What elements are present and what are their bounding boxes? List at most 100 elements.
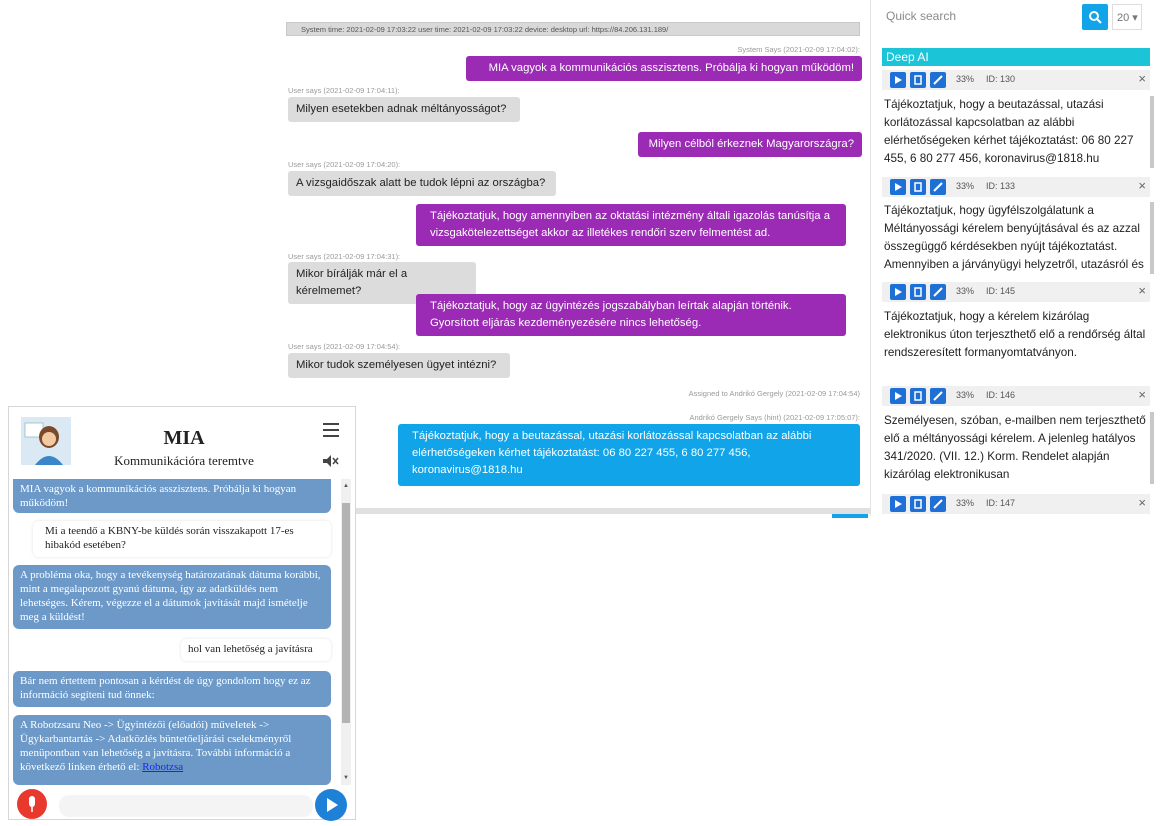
edit-suggestion-button[interactable] — [930, 284, 946, 300]
microphone-icon — [29, 796, 35, 812]
copy-icon — [914, 499, 922, 509]
confidence-score: 33% — [956, 498, 975, 508]
assignment-note: Assigned to Andrikó Gergely (2021-02-09 … — [688, 389, 860, 398]
copy-suggestion-button[interactable] — [910, 388, 926, 404]
send-arrow-icon — [327, 798, 338, 812]
play-icon — [895, 183, 902, 191]
suggestion-text: Személyesen, szóban, e-mailben nem terje… — [884, 414, 1146, 481]
copy-icon — [914, 287, 922, 297]
send-suggestion-button[interactable] — [890, 179, 906, 195]
bot-message: Bár nem értettem pontosan a kérdést de ú… — [13, 671, 331, 707]
widget-title: MIA — [163, 427, 205, 449]
widget-message-list: MIA vagyok a kommunikációs asszisztens. … — [13, 479, 337, 785]
agent-hint-message: Tájékoztatjuk, hogy a beutazással, utazá… — [398, 424, 860, 486]
suggestion-id: ID: 145 — [986, 286, 1016, 296]
user-message: hol van lehetőség a javításra — [181, 639, 331, 661]
play-icon — [895, 392, 902, 400]
system-message: MIA vagyok a kommunikációs asszisztens. … — [466, 56, 862, 81]
copy-icon — [914, 75, 922, 85]
send-suggestion-button[interactable] — [890, 72, 906, 88]
edit-suggestion-button[interactable] — [930, 496, 946, 512]
console-bottom-bar — [280, 508, 870, 514]
info-link[interactable]: Robotzsa — [142, 761, 183, 773]
bot-message: Tájékoztatjuk, hogy amennyiben az oktatá… — [416, 204, 846, 246]
play-icon — [895, 288, 902, 296]
bot-message: A probléma oka, hogy a tevékenység határ… — [13, 565, 331, 629]
search-button[interactable] — [1082, 4, 1108, 30]
edit-suggestion-button[interactable] — [930, 179, 946, 195]
card-scrollbar[interactable] — [1150, 202, 1154, 274]
suggestion-id: ID: 130 — [986, 74, 1016, 84]
send-button[interactable] — [315, 789, 347, 821]
pencil-icon — [933, 287, 943, 297]
bot-message: A Robotzsaru Neo -> Ügyintézői (előadói)… — [13, 715, 331, 785]
confidence-score: 33% — [956, 390, 975, 400]
message-input[interactable] — [59, 795, 313, 817]
bot-message: MIA vagyok a kommunikációs asszisztens. … — [13, 479, 331, 513]
send-suggestion-button[interactable] — [890, 284, 906, 300]
suggestion-text: Tájékoztatjuk, hogy a kérelem kizárólag … — [884, 310, 1146, 359]
speaker-muted-icon[interactable] — [323, 455, 339, 467]
pencil-icon — [933, 75, 943, 85]
confidence-score: 33% — [956, 181, 975, 191]
close-icon[interactable]: × — [1138, 72, 1146, 86]
section-title: Deep AI — [882, 48, 1150, 66]
bot-message: Tájékoztatjuk, hogy az ügyintézés jogsza… — [416, 294, 846, 336]
bot-message: Milyen célból érkeznek Magyarországra? — [638, 132, 862, 157]
suggestion-text: Tájékoztatjuk, hogy ügyfélszolgálatunk a… — [884, 204, 1144, 271]
suggestion-panel: Quick search 20 ▾ Deep AI 33% ID: 130 × … — [876, 0, 1156, 516]
suggestion-id: ID: 147 — [986, 498, 1016, 508]
copy-icon — [914, 391, 922, 401]
user-message: Milyen esetekben adnak méltányosságot? — [288, 97, 520, 122]
copy-suggestion-button[interactable] — [910, 72, 926, 88]
user-message: A vizsgaidőszak alatt be tudok lépni az … — [288, 171, 556, 196]
microphone-button[interactable] — [17, 789, 47, 819]
hamburger-menu-icon[interactable] — [323, 423, 339, 437]
send-suggestion-button[interactable] — [890, 388, 906, 404]
widget-subtitle: Kommunikációra teremtve — [114, 453, 254, 468]
message-meta: User says (2021-02-09 17:04:31): — [288, 252, 401, 261]
widget-scrollbar[interactable]: ▲ ▼ — [341, 479, 351, 785]
user-message: Mikor tudok személyesen ügyet intézni? — [288, 353, 510, 378]
mia-chat-widget: MIA Kommunikációra teremtve MIA vagyok a… — [8, 406, 356, 821]
quick-search-input[interactable]: Quick search — [882, 2, 1082, 30]
play-icon — [895, 76, 902, 84]
scrollbar-thumb[interactable] — [342, 503, 350, 723]
copy-suggestion-button[interactable] — [910, 496, 926, 512]
system-info-bar: System time: 2021-02-09 17:03:22 user ti… — [286, 22, 860, 36]
agent-chat-console: System time: 2021-02-09 17:03:22 user ti… — [280, 0, 871, 518]
console-send-button[interactable] — [832, 514, 868, 518]
edit-suggestion-button[interactable] — [930, 72, 946, 88]
suggestion-text: Tájékoztatjuk, hogy a beutazással, utazá… — [884, 98, 1134, 165]
edit-suggestion-button[interactable] — [930, 388, 946, 404]
suggestion-card-header: 33% ID: 146 × — [882, 386, 1150, 406]
scroll-up-arrow-icon[interactable]: ▲ — [343, 483, 349, 489]
scroll-down-arrow-icon[interactable]: ▼ — [343, 775, 349, 781]
message-meta: System Says (2021-02-09 17:04:02): — [737, 45, 860, 54]
suggestion-card-header: 33% ID: 130 × — [882, 70, 1150, 90]
confidence-score: 33% — [956, 74, 975, 84]
copy-suggestion-button[interactable] — [910, 179, 926, 195]
suggestion-id: ID: 146 — [986, 390, 1016, 400]
close-icon[interactable]: × — [1138, 496, 1146, 510]
close-icon[interactable]: × — [1138, 388, 1146, 402]
pencil-icon — [933, 182, 943, 192]
play-icon — [895, 500, 902, 508]
suggestion-card-header: 33% ID: 147 × — [882, 494, 1150, 514]
result-count-select[interactable]: 20 ▾ — [1112, 4, 1142, 30]
suggestion-id: ID: 133 — [986, 181, 1016, 191]
suggestion-card-header: 33% ID: 145 × — [882, 282, 1150, 302]
close-icon[interactable]: × — [1138, 284, 1146, 298]
confidence-score: 33% — [956, 286, 975, 296]
copy-icon — [914, 182, 922, 192]
pencil-icon — [933, 391, 943, 401]
close-icon[interactable]: × — [1138, 179, 1146, 193]
suggestion-card-header: 33% ID: 133 × — [882, 177, 1150, 197]
message-meta: User says (2021-02-09 17:04:20): — [288, 160, 401, 169]
send-suggestion-button[interactable] — [890, 496, 906, 512]
copy-suggestion-button[interactable] — [910, 284, 926, 300]
card-scrollbar[interactable] — [1150, 412, 1154, 484]
assistant-avatar — [21, 417, 71, 465]
search-icon — [1089, 11, 1102, 24]
card-scrollbar[interactable] — [1150, 96, 1154, 168]
